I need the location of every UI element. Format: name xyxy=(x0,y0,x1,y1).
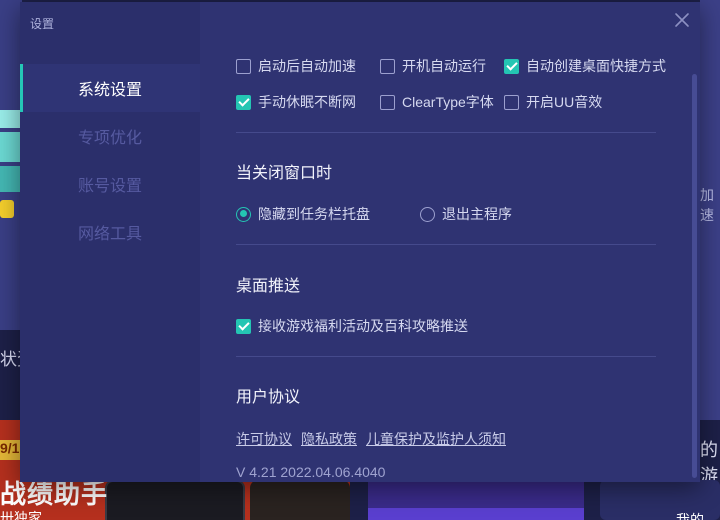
sidebar-item-system-settings[interactable]: 系统设置 xyxy=(20,64,200,112)
sidebar-item-special-optimization[interactable]: 专项优化 xyxy=(20,112,200,160)
background-banner-event[interactable] xyxy=(368,480,584,520)
checkbox-box xyxy=(236,94,251,110)
banner-mine-text: 我的 xyxy=(676,512,704,520)
checkbox-box xyxy=(236,58,251,74)
settings-sidebar: 设置 系统设置 专项优化 账号设置 网络工具 xyxy=(20,2,200,482)
desktop-shortcut-checkbox[interactable]: 自动创建桌面快捷方式 xyxy=(504,56,666,76)
divider xyxy=(236,132,656,133)
checkbox-box xyxy=(380,58,395,74)
version-text: V 4.21 2022.04.06.4040 xyxy=(236,464,386,480)
banner-phone-image-2 xyxy=(250,480,350,520)
checkbox-label: 启动后自动加速 xyxy=(258,58,356,74)
divider xyxy=(236,356,656,357)
checkbox-box xyxy=(504,94,519,110)
push-notification-checkbox[interactable]: 接收游戏福利活动及百科攻略推送 xyxy=(236,316,468,336)
settings-dialog: 设置 系统设置 专项优化 账号设置 网络工具 启动后自动加速 开机自动运行 自动… xyxy=(20,2,700,482)
checkbox-box xyxy=(504,58,519,74)
checkbox-box xyxy=(236,318,251,334)
checkbox-label: 开机自动运行 xyxy=(402,58,486,74)
checkbox-label: 手动休眠不断网 xyxy=(258,94,356,110)
section-title-user-agreement: 用户协议 xyxy=(236,389,301,406)
auto-accelerate-checkbox[interactable]: 启动后自动加速 xyxy=(236,56,356,76)
child-protection-link[interactable]: 儿童保护及监护人须知 xyxy=(366,429,506,449)
banner-subtitle: 卅独家 xyxy=(0,510,42,520)
background-right-text: 加速 xyxy=(700,187,714,223)
checkbox-label: ClearType字体 xyxy=(402,94,494,110)
exit-program-radio[interactable]: 退出主程序 xyxy=(420,204,512,224)
hide-to-tray-radio[interactable]: 隐藏到任务栏托盘 xyxy=(236,204,370,224)
dialog-title: 设置 xyxy=(30,17,55,31)
sleep-keep-network-checkbox[interactable]: 手动休眠不断网 xyxy=(236,92,356,112)
banner-badge: 9/1 xyxy=(0,440,22,460)
section-title-close-behavior: 当关闭窗口时 xyxy=(236,165,333,182)
uu-sound-checkbox[interactable]: 开启UU音效 xyxy=(504,92,602,112)
close-icon xyxy=(675,13,689,27)
auto-start-checkbox[interactable]: 开机自动运行 xyxy=(380,56,486,76)
radio-circle xyxy=(420,206,435,222)
sidebar-item-account-settings[interactable]: 账号设置 xyxy=(20,160,200,208)
sidebar-item-network-tools[interactable]: 网络工具 xyxy=(20,208,200,256)
radio-circle xyxy=(236,206,251,222)
checkbox-label: 接收游戏福利活动及百科攻略推送 xyxy=(258,318,468,334)
section-title-desktop-push: 桌面推送 xyxy=(236,278,301,295)
cleartype-checkbox[interactable]: ClearType字体 xyxy=(380,92,494,112)
checkbox-label: 自动创建桌面快捷方式 xyxy=(526,58,666,74)
content-scrollbar[interactable] xyxy=(692,74,697,478)
radio-label: 隐藏到任务栏托盘 xyxy=(258,206,370,222)
privacy-policy-link[interactable]: 隐私政策 xyxy=(301,429,357,449)
radio-label: 退出主程序 xyxy=(442,206,512,222)
checkbox-box xyxy=(380,94,395,110)
license-agreement-link[interactable]: 许可协议 xyxy=(236,429,292,449)
checkbox-label: 开启UU音效 xyxy=(526,94,603,110)
background-illustration xyxy=(0,110,22,220)
close-button[interactable] xyxy=(672,10,692,30)
divider xyxy=(236,244,656,245)
banner-phone-image xyxy=(105,480,245,520)
